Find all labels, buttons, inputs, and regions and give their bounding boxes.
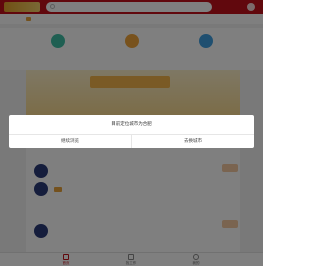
change-city-button[interactable]: 去换城市 xyxy=(132,135,254,148)
city-dialog: 目前定位城市为合肥 继续浏览 去换城市 xyxy=(9,115,254,148)
dialog-message: 目前定位城市为合肥 xyxy=(111,122,152,127)
continue-browsing-button[interactable]: 继续浏览 xyxy=(9,135,131,148)
